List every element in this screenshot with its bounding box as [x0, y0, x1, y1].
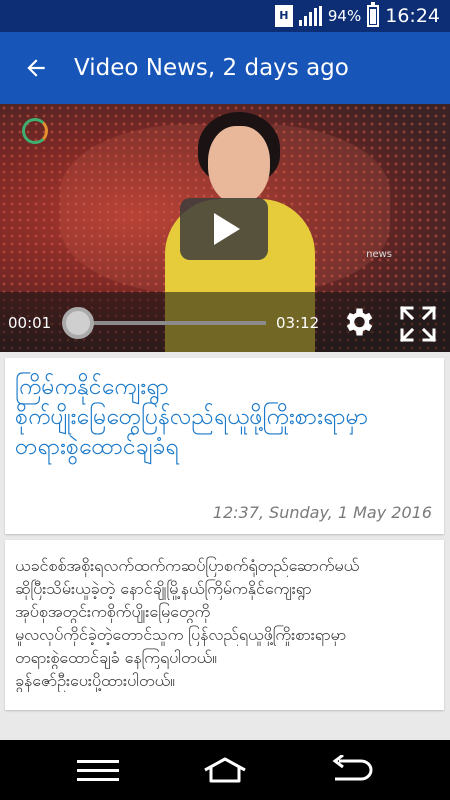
- player-controls: 00:01 03:12: [0, 292, 450, 352]
- play-button[interactable]: [180, 198, 268, 260]
- headline-line: စိုက်ပျိုးမြေတွေပြန်လည်ရယူဖို့ကြိုးစားရာ…: [15, 404, 369, 430]
- headline-line: ကြိမ်ကနိုင်ကျေးရွာ: [15, 374, 169, 400]
- network-type-label: H: [279, 9, 289, 22]
- body-line: အုပ်စုအတွင်းကစိုက်ပျိုးမြေတွေကို: [15, 602, 211, 621]
- system-nav-bar: [0, 740, 450, 800]
- signal-icon: [298, 6, 322, 26]
- headline-card: ကြိမ်ကနိုင်ကျေးရွာ စိုက်ပျိုးမြေတွေပြန်လ…: [5, 358, 444, 534]
- app-bar: Video News, 2 days ago: [0, 32, 450, 104]
- channel-logo-icon: [22, 118, 48, 144]
- article-body-card: ယခင်စစ်အစိုးရလက်ထက်ကဆပ်ပြာစက်ရုံတည်ဆောက်…: [5, 540, 444, 710]
- body-line: ဆိုပြီးသိမ်းယူခဲ့တဲ့ နောင်ချိုမြို့နယ်ကြ…: [15, 579, 312, 598]
- arrow-left-icon: [27, 59, 45, 77]
- headline-line: တရားစွဲထောင်ချခံရ: [15, 434, 179, 460]
- menu-button[interactable]: [48, 740, 148, 800]
- network-type-icon: H: [274, 5, 293, 27]
- news-anchor-face: [208, 126, 270, 204]
- status-bar: H 94% 16:24: [0, 0, 450, 32]
- duration: 03:12: [276, 314, 320, 332]
- clock: 16:24: [385, 5, 440, 27]
- battery-fill: [370, 8, 377, 24]
- battery-percent: 94%: [327, 7, 362, 25]
- fullscreen-icon[interactable]: [398, 304, 438, 344]
- body-line: မူလလုပ်ကိုင်ခဲ့တဲ့တောင်သူက ပြန်လည်ရယူဖို…: [15, 625, 347, 644]
- battery-icon: [367, 2, 380, 27]
- article-body: ယခင်စစ်အစိုးရလက်ထက်ကဆပ်ပြာစက်ရုံတည်ဆောက်…: [15, 554, 435, 692]
- home-button[interactable]: [175, 740, 275, 800]
- seek-handle[interactable]: [62, 307, 94, 339]
- video-player[interactable]: news 00:01 03:12: [0, 104, 450, 352]
- menu-icon: [77, 760, 119, 781]
- status-icons: H 94% 16:24: [274, 0, 440, 32]
- back-icon: [332, 755, 373, 781]
- article-date: 12:37, Sunday, 1 May 2016: [212, 503, 432, 522]
- current-time: 00:01: [8, 314, 52, 332]
- body-line: ယခင်စစ်အစိုးရလက်ထက်ကဆပ်ပြာစက်ရုံတည်ဆောက်…: [15, 556, 360, 575]
- article-headline: ကြိမ်ကနိုင်ကျေးရွာ စိုက်ပျိုးမြေတွေပြန်လ…: [15, 372, 435, 462]
- page-title: Video News, 2 days ago: [74, 55, 349, 81]
- body-line: တရားစွဲထောင်ချခံ နေကြရပါတယ်။: [15, 648, 217, 667]
- home-icon: [204, 757, 246, 783]
- body-line: ခွန်ဇော်ဦးပေးပို့ထားပါတယ်။: [15, 671, 175, 690]
- settings-gear-icon[interactable]: [340, 304, 376, 340]
- seek-bar[interactable]: [76, 321, 266, 325]
- news-watermark: news: [366, 250, 392, 260]
- back-nav-button[interactable]: [302, 740, 402, 800]
- back-button[interactable]: [0, 32, 72, 104]
- news-watermark-text: news: [366, 249, 392, 260]
